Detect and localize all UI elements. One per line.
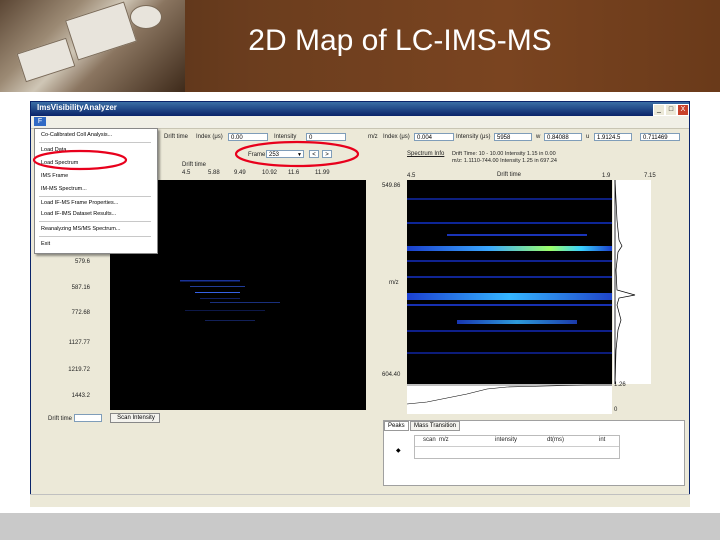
annotation-overlay <box>32 140 360 171</box>
highlight-ellipse-menu <box>32 149 128 171</box>
slide-footer <box>0 513 720 540</box>
status-bar <box>30 494 690 507</box>
highlight-ellipse-frame <box>234 140 360 168</box>
